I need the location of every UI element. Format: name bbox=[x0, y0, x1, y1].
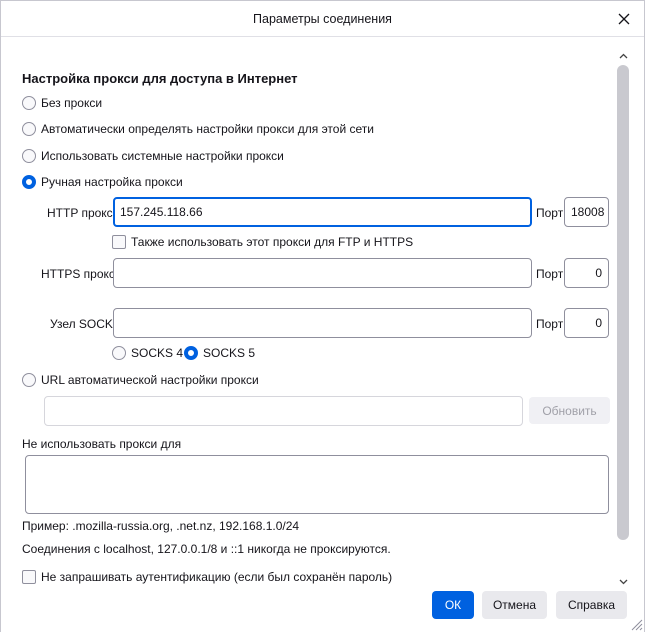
radio-label: Автоматически определять настройки прокс… bbox=[41, 122, 374, 136]
http-port-input[interactable]: 18008 bbox=[564, 197, 609, 227]
radio-button[interactable] bbox=[184, 346, 198, 360]
radio-button[interactable] bbox=[22, 122, 36, 136]
socks-port-input[interactable]: 0 bbox=[564, 308, 609, 338]
title-bar: Параметры соединения bbox=[1, 1, 644, 37]
checkbox[interactable] bbox=[22, 570, 36, 584]
radio-button[interactable] bbox=[22, 175, 36, 189]
socks-host-label: Узел SOCKS bbox=[50, 317, 121, 331]
localhost-text: Соединения с localhost, 127.0.0.1/8 и ::… bbox=[22, 542, 391, 556]
dialog-footer: ОК Отмена Справка bbox=[1, 586, 644, 632]
scroll-up-icon[interactable] bbox=[615, 49, 631, 63]
radio-system-proxy[interactable]: Использовать системные настройки прокси bbox=[22, 149, 284, 163]
checkbox[interactable] bbox=[112, 235, 126, 249]
radio-button[interactable] bbox=[112, 346, 126, 360]
radio-label: SOCKS 4 bbox=[131, 346, 184, 360]
connection-settings-dialog: Параметры соединения Настройка прокси дл… bbox=[0, 0, 645, 632]
radio-button[interactable] bbox=[22, 149, 36, 163]
radio-auto-config-url[interactable]: URL автоматической настройки прокси bbox=[22, 373, 259, 387]
http-proxy-label: HTTP прокси bbox=[47, 206, 120, 220]
radio-no-proxy[interactable]: Без прокси bbox=[22, 96, 102, 110]
scrollbar-thumb[interactable] bbox=[617, 65, 629, 540]
radio-manual-proxy[interactable]: Ручная настройка прокси bbox=[22, 175, 183, 189]
checkbox-label: Не запрашивать аутентификацию (если был … bbox=[41, 570, 393, 584]
auto-config-url-input[interactable] bbox=[44, 396, 523, 426]
http-port-label: Порт bbox=[536, 206, 564, 220]
dialog-title: Параметры соединения bbox=[253, 12, 392, 26]
radio-button[interactable] bbox=[22, 373, 36, 387]
checkbox-label: Также использовать этот прокси для FTP и… bbox=[131, 235, 414, 249]
radio-socks4[interactable]: SOCKS 4 bbox=[112, 346, 183, 360]
close-button[interactable] bbox=[613, 8, 635, 30]
no-proxy-label: Не использовать прокси для bbox=[22, 437, 182, 451]
vertical-scrollbar[interactable] bbox=[615, 49, 631, 589]
radio-auto-detect[interactable]: Автоматически определять настройки прокс… bbox=[22, 122, 374, 136]
http-proxy-input[interactable]: 157.245.118.66 bbox=[113, 197, 532, 227]
proxy-heading: Настройка прокси для доступа в Интернет bbox=[22, 71, 298, 86]
socks-host-input[interactable] bbox=[113, 308, 532, 338]
socks-port-label: Порт bbox=[536, 317, 564, 331]
https-proxy-label: HTTPS прокси bbox=[41, 267, 122, 281]
no-proxy-textarea[interactable] bbox=[25, 455, 609, 514]
https-port-label: Порт bbox=[536, 267, 564, 281]
https-proxy-input[interactable] bbox=[113, 258, 532, 288]
https-port-input[interactable]: 0 bbox=[564, 258, 609, 288]
radio-label: Использовать системные настройки прокси bbox=[41, 149, 284, 163]
resize-grip-icon[interactable] bbox=[629, 617, 643, 631]
also-use-proxy-checkbox[interactable]: Также использовать этот прокси для FTP и… bbox=[112, 235, 413, 249]
help-button[interactable]: Справка bbox=[556, 591, 627, 619]
radio-label: URL автоматической настройки прокси bbox=[41, 373, 259, 387]
radio-label: SOCKS 5 bbox=[203, 346, 256, 360]
reload-button[interactable]: Обновить bbox=[529, 397, 610, 424]
example-text: Пример: .mozilla-russia.org, .net.nz, 19… bbox=[22, 519, 300, 533]
cancel-button[interactable]: Отмена bbox=[482, 591, 547, 619]
close-icon bbox=[618, 13, 630, 25]
radio-button[interactable] bbox=[22, 96, 36, 110]
radio-socks5[interactable]: SOCKS 5 bbox=[184, 346, 255, 360]
ok-button[interactable]: ОК bbox=[432, 591, 474, 619]
dialog-content: Настройка прокси для доступа в Интернет … bbox=[1, 38, 617, 586]
no-auth-checkbox[interactable]: Не запрашивать аутентификацию (если был … bbox=[22, 570, 392, 584]
radio-label: Без прокси bbox=[41, 96, 103, 110]
radio-label: Ручная настройка прокси bbox=[41, 175, 183, 189]
